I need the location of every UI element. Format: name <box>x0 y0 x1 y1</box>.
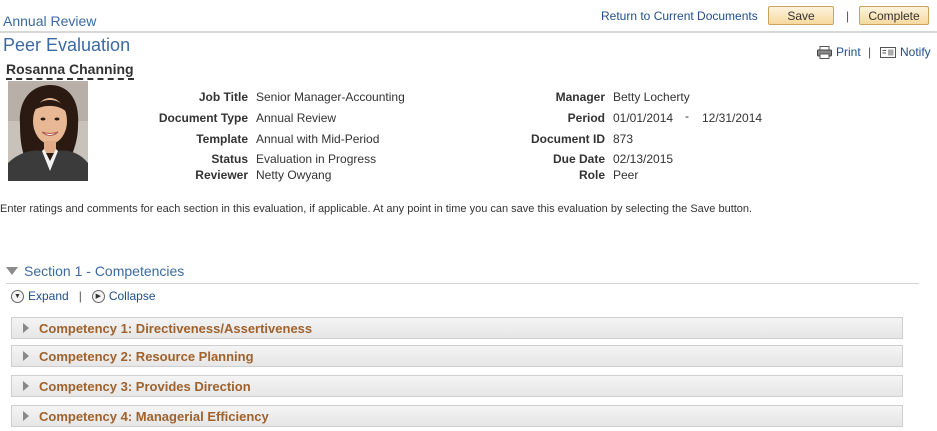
document-id-label: Document ID <box>530 132 605 146</box>
competency-row[interactable]: Competency 1: Directiveness/Assertivenes… <box>11 317 903 339</box>
role-label: Role <box>578 168 605 182</box>
due-date-label: Due Date <box>552 152 605 166</box>
print-label: Print <box>836 45 861 59</box>
print-link[interactable]: Print <box>817 45 861 59</box>
reviewer-value: Netty Owyang <box>256 168 332 182</box>
status-label: Status <box>211 152 248 166</box>
section-divider <box>6 283 919 284</box>
page-title: Peer Evaluation <box>3 35 131 55</box>
competency-row[interactable]: Competency 3: Provides Direction <box>11 375 903 397</box>
manager-label: Manager <box>555 90 605 104</box>
notify-icon <box>880 46 896 58</box>
period-label: Period <box>567 111 605 125</box>
job-title-label: Job Title <box>198 90 248 104</box>
section-1-header[interactable]: Section 1 - Competencies <box>6 263 184 279</box>
competency-label: Competency 2: Resource Planning <box>39 348 254 364</box>
document-type-value: Annual Review <box>256 111 337 125</box>
reviewer-label: Reviewer <box>195 168 248 182</box>
manager-value: Betty Locherty <box>613 90 690 104</box>
separator: | <box>868 45 872 59</box>
expand-triangle-icon <box>23 351 29 361</box>
job-title-value: Senior Manager-Accounting <box>256 90 405 104</box>
notify-label: Notify <box>900 45 931 59</box>
separator: | <box>78 289 82 303</box>
notify-link[interactable]: Notify <box>880 45 931 59</box>
expand-link[interactable]: Expand <box>28 289 69 303</box>
template-label: Template <box>196 132 248 146</box>
due-date-value: 02/13/2015 <box>613 152 674 166</box>
separator: | <box>846 9 850 23</box>
competency-label: Competency 3: Provides Direction <box>39 378 251 394</box>
period-dash: - <box>685 109 689 123</box>
role-value: Peer <box>613 168 639 182</box>
competency-row[interactable]: Competency 4: Managerial Efficiency <box>11 405 903 427</box>
expand-collapse-controls: ▼ Expand | ▶ Collapse <box>11 289 156 303</box>
status-value: Evaluation in Progress <box>256 152 377 166</box>
competency-label: Competency 1: Directiveness/Assertivenes… <box>39 320 313 336</box>
header-divider <box>0 31 937 33</box>
period-start-value: 01/01/2014 <box>613 111 674 125</box>
document-type-label: Document Type <box>158 111 248 125</box>
document-id-value: 873 <box>613 132 634 146</box>
instructions-text: Enter ratings and comments for each sect… <box>0 203 753 215</box>
collapse-link[interactable]: Collapse <box>109 289 156 303</box>
printer-icon <box>817 45 832 59</box>
expand-triangle-icon <box>23 411 29 421</box>
expand-triangle-icon <box>23 323 29 333</box>
return-to-current-documents-link[interactable]: Return to Current Documents <box>601 9 758 23</box>
breadcrumb[interactable]: Annual Review <box>3 13 96 29</box>
complete-button[interactable]: Complete <box>859 6 929 25</box>
collapse-icon[interactable]: ▶ <box>91 289 105 303</box>
employee-name[interactable]: Rosanna Channing <box>6 61 134 80</box>
period-end-value: 12/31/2014 <box>702 111 763 125</box>
expand-icon[interactable]: ▼ <box>11 289 24 303</box>
collapse-triangle-icon <box>6 267 18 275</box>
template-value: Annual with Mid-Period <box>256 132 380 146</box>
save-button[interactable]: Save <box>768 6 834 25</box>
competency-label: Competency 4: Managerial Efficiency <box>39 408 269 424</box>
expand-triangle-icon <box>23 381 29 391</box>
employee-photo <box>8 81 88 181</box>
competency-row[interactable]: Competency 2: Resource Planning <box>11 345 903 367</box>
section-title: Section 1 - Competencies <box>24 263 185 279</box>
